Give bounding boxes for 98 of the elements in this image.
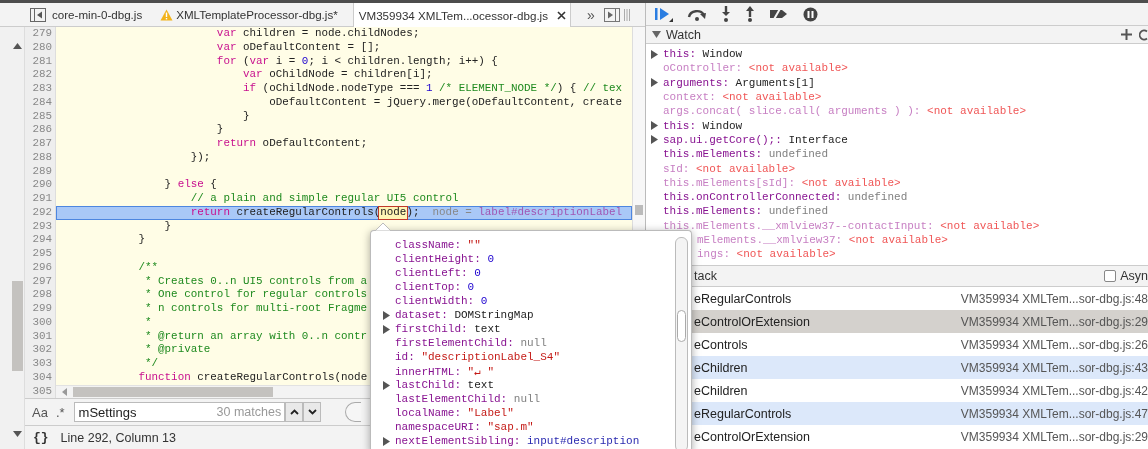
frame-location[interactable]: VM359934 XMLTem...sor-dbg.js:29: [960, 429, 1148, 444]
line-number: 287: [25, 137, 56, 151]
code-text: } else {: [164, 178, 217, 192]
frame-location[interactable]: VM359934 XMLTem...sor-dbg.js:26: [960, 337, 1148, 352]
property-entry[interactable]: className: "": [395, 239, 481, 251]
code-text: return createRegularControls(: [190, 205, 381, 220]
line-number: 286: [25, 123, 56, 137]
property-entry[interactable]: clientWidth: 0: [395, 295, 488, 307]
checkbox-label: Asyn: [1120, 269, 1148, 283]
watch-expression[interactable]: args.concat( slice.call( arguments ) ): <not available>: [663, 105, 1027, 118]
property-entry[interactable]: nextElementSibling: input#description: [395, 435, 640, 447]
line-number: 283: [25, 82, 56, 96]
watch-expression[interactable]: sId: <not available>: [663, 162, 796, 175]
line-number: 294: [25, 233, 56, 247]
watch-expression[interactable]: this: Window: [663, 119, 743, 132]
line-number: 290: [25, 178, 56, 192]
property-entry[interactable]: namespaceURI: "sap.m": [395, 421, 534, 433]
code-text: * n controls for multi-root Fragme: [144, 302, 368, 316]
watch-expression[interactable]: oController: <not available>: [663, 62, 848, 75]
watch-expression[interactable]: this: Window: [663, 48, 743, 61]
watch-expression[interactable]: this.mElements[sId]: <not available>: [663, 176, 901, 189]
property-entry[interactable]: clientTop: 0: [395, 281, 475, 293]
inline-value: node = label#descriptionLabel: [432, 205, 623, 220]
function-name: eControlOrExtension: [694, 429, 811, 444]
pretty-print-button[interactable]: {}: [33, 430, 49, 445]
watch-expression[interactable]: sap.ui.getCore();: Interface: [663, 133, 848, 146]
watch-expression[interactable]: this.mElements: undefined: [663, 148, 829, 161]
code-text: oDefaultContent = jQuery.merge(oDefaultContent, create: [269, 95, 623, 110]
call-frame[interactable]: eControlOrExtension VM359934 XMLTem...sor-dbg.js:29: [692, 310, 1148, 333]
code-text: // a plain and simple regular UI5 control: [190, 192, 459, 206]
line-number: 299: [25, 302, 56, 316]
property-entry[interactable]: clientLeft: 0: [395, 267, 481, 279]
line-number: 302: [25, 343, 56, 357]
code-text: var oDefaultContent = [];: [216, 40, 381, 55]
code-text: * @private: [144, 343, 211, 357]
code-text: * Creates 0..n UI5 controls from a: [144, 274, 368, 289]
code-text: *: [144, 315, 152, 330]
code-text: }: [138, 233, 145, 247]
code-text: return oDefaultContent;: [216, 137, 368, 151]
section-title[interactable]: tack: [694, 269, 717, 283]
cursor-position: Line 292, Column 13: [60, 430, 176, 445]
watch-expression[interactable]: mElements.__xmlview37: <not available>: [697, 234, 948, 246]
line-number: 295: [25, 247, 56, 261]
frame-location[interactable]: VM359934 XMLTem...sor-dbg.js:42: [960, 383, 1148, 398]
frame-location[interactable]: VM359934 XMLTem...sor-dbg.js:48: [960, 291, 1148, 306]
code-text: }: [164, 219, 172, 234]
frame-location[interactable]: VM359934 XMLTem...sor-dbg.js:47: [960, 406, 1148, 421]
watch-expression[interactable]: context: <not available>: [663, 91, 822, 104]
watch-expression[interactable]: this.mElements: undefined: [663, 205, 829, 218]
code-text: * One control for regular controls: [144, 288, 368, 302]
match-case-toggle[interactable]: Aa: [32, 404, 48, 420]
editor-tab[interactable]: VM359934 XMLTem...ocessor-dbg.js: [352, 3, 571, 27]
code-text: if (oChildNode.nodeType === 1 /* ELEMENT_NODE */) { // tex: [243, 82, 623, 96]
property-entry[interactable]: firstElementChild: null: [395, 337, 547, 349]
code-text: var children = node.childNodes;: [216, 27, 420, 41]
watch-expression[interactable]: this.mElements.__xmlview37--contactInput: <not available>: [663, 219, 1040, 232]
editor-tab[interactable]: XMLTemplateProcessor-dbg.js*: [151, 3, 347, 26]
watch-expression[interactable]: ings: <not available>: [697, 248, 836, 261]
code-text: */: [144, 357, 159, 371]
code-text: }: [216, 123, 224, 137]
function-name: eControls: [694, 337, 748, 352]
watch-expression[interactable]: this.onControllerConnected: undefined: [663, 191, 908, 204]
code-text: /**: [138, 260, 159, 275]
line-number: 291: [25, 192, 56, 206]
property-entry[interactable]: clientHeight: 0: [395, 253, 495, 265]
function-name: eRegularControls: [694, 291, 792, 306]
code-text: for (var i = 0; i < children.length; i++) {: [216, 54, 498, 69]
function-name: eRegularControls: [694, 406, 792, 421]
section-title[interactable]: Watch: [666, 27, 701, 42]
frame-location[interactable]: VM359934 XMLTem...sor-dbg.js:29: [960, 314, 1148, 329]
code-text: * @return an array with 0..n contr: [144, 329, 368, 344]
regex-toggle[interactable]: .*: [55, 404, 65, 420]
hovered-variable[interactable]: node: [378, 205, 409, 220]
property-entry[interactable]: lastElementChild: null: [395, 393, 541, 405]
call-frame[interactable]: eChildren VM359934 XMLTem...sor-dbg.js:43: [692, 356, 1148, 379]
line-number: 282: [25, 68, 56, 82]
property-entry[interactable]: lastChild: text: [395, 379, 494, 391]
property-entry[interactable]: firstChild: text: [395, 323, 501, 335]
code-text: var oChildNode = children[i];: [243, 68, 433, 82]
tab-overflow-button[interactable]: »: [587, 6, 595, 23]
watch-expression[interactable]: arguments: Arguments[1]: [663, 76, 815, 89]
code-text: }: [243, 109, 250, 124]
line-number: 305: [25, 385, 56, 398]
property-entry[interactable]: innerHTML: "↵ ": [395, 364, 495, 378]
property-entry[interactable]: localName: "Label": [395, 407, 514, 419]
property-entry[interactable]: id: "descriptionLabel_S4": [395, 351, 561, 363]
editor-tab[interactable]: core-min-0-dbg.js: [46, 3, 152, 26]
code-text: });: [190, 150, 211, 165]
function-name: eChildren: [694, 383, 748, 398]
line-number: 298: [25, 288, 56, 302]
call-frame[interactable]: eRegularControls VM359934 XMLTem...sor-dbg.js:47: [692, 402, 1148, 425]
function-name: eControlOrExtension: [694, 314, 811, 329]
line-number: 279: [25, 27, 56, 41]
frame-location[interactable]: VM359934 XMLTem...sor-dbg.js:43: [960, 360, 1148, 375]
code-text: function createRegularControls(node: [138, 370, 368, 385]
line-number: 303: [25, 357, 56, 371]
property-entry[interactable]: dataset: DOMStringMap: [395, 309, 534, 321]
function-name: eChildren: [694, 360, 748, 375]
